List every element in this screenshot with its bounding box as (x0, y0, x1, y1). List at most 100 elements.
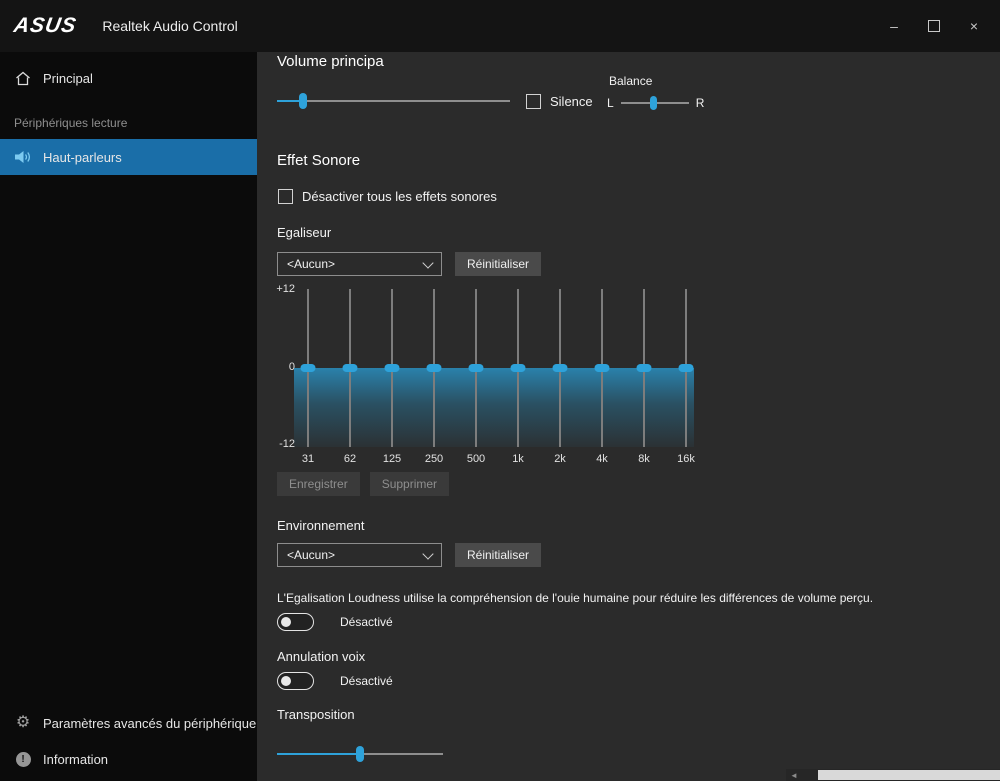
disable-all-effects-label: Désactiver tous les effets sonores (302, 189, 497, 204)
eq-band-label: 62 (344, 453, 356, 465)
toggle-knob (281, 617, 291, 627)
sidebar-item-advanced-settings[interactable]: ⚙ Paramètres avancés du périphérique (0, 705, 257, 741)
eq-slider-handle[interactable] (595, 364, 610, 372)
volume-section-title: Volume principa (277, 53, 384, 70)
balance-label: Balance (609, 74, 652, 88)
info-icon: ! (14, 752, 32, 767)
chevron-down-icon (422, 548, 433, 559)
checkbox-box[interactable] (278, 189, 293, 204)
window-controls: – × (874, 0, 1000, 52)
silence-checkbox[interactable]: Silence (526, 94, 593, 109)
eq-band-125[interactable]: 125 (384, 289, 400, 447)
eq-band-62[interactable]: 62 (342, 289, 358, 447)
eq-band-label: 1k (512, 453, 524, 465)
sidebar-item-label: Principal (43, 71, 93, 86)
save-preset-button[interactable]: Enregistrer (277, 472, 360, 496)
scroll-left-arrow-icon[interactable]: ◄ (786, 771, 802, 780)
eq-slider-handle[interactable] (343, 364, 358, 372)
sidebar: Principal Périphériques lecture Haut-par… (0, 52, 257, 781)
eq-slider-handle[interactable] (637, 364, 652, 372)
eq-slider-handle[interactable] (385, 364, 400, 372)
toggle-knob (281, 676, 291, 686)
voice-toggle-row: Désactivé (277, 672, 393, 690)
eq-band-250[interactable]: 250 (426, 289, 442, 447)
gear-icon: ⚙ (14, 715, 32, 731)
eq-slider-handle[interactable] (469, 364, 484, 372)
main-content: Volume principa Silence Balance L R Effe… (257, 52, 1000, 781)
eq-band-label: 4k (596, 453, 608, 465)
environment-label: Environnement (277, 518, 364, 533)
voice-cancellation-toggle[interactable] (277, 672, 314, 690)
eq-slider-handle[interactable] (553, 364, 568, 372)
eq-slider-handle[interactable] (427, 364, 442, 372)
loudness-state-label: Désactivé (340, 615, 393, 629)
environment-preset-row: <Aucun> Réinitialiser (277, 543, 541, 567)
equalizer-reset-button[interactable]: Réinitialiser (455, 252, 541, 276)
transposition-slider[interactable] (277, 746, 443, 762)
eq-band-label: 250 (425, 453, 443, 465)
slider-thumb[interactable] (356, 746, 364, 762)
loudness-toggle[interactable] (277, 613, 314, 631)
effects-section-title: Effet Sonore (277, 152, 360, 169)
environment-reset-button[interactable]: Réinitialiser (455, 543, 541, 567)
eq-slider-handle[interactable] (301, 364, 316, 372)
eq-slider-handle[interactable] (511, 364, 526, 372)
slider-thumb[interactable] (299, 93, 307, 109)
dropdown-value: <Aucun> (287, 257, 335, 271)
home-icon (14, 71, 32, 86)
minimize-button[interactable]: – (874, 0, 914, 52)
disable-all-effects-checkbox[interactable]: Désactiver tous les effets sonores (278, 189, 497, 204)
balance-control: L R (607, 95, 704, 111)
eq-band-8k[interactable]: 8k (636, 289, 652, 447)
sidebar-item-principal[interactable]: Principal (0, 60, 257, 96)
volume-slider[interactable] (277, 93, 510, 109)
equalizer-label: Egaliseur (277, 225, 331, 240)
balance-slider[interactable] (621, 95, 689, 111)
eq-band-2k[interactable]: 2k (552, 289, 568, 447)
eq-band-4k[interactable]: 4k (594, 289, 610, 447)
titlebar: ASUS Realtek Audio Control – × (0, 0, 1000, 52)
checkbox-box[interactable] (526, 94, 541, 109)
window-title: Realtek Audio Control (102, 18, 237, 34)
chevron-down-icon (422, 257, 433, 268)
eq-band-label: 125 (383, 453, 401, 465)
scrollbar-thumb[interactable] (818, 770, 1000, 780)
sidebar-item-label: Information (43, 752, 108, 767)
equalizer-preset-dropdown[interactable]: <Aucun> (277, 252, 442, 276)
eq-band-label: 16k (677, 453, 695, 465)
equalizer-preset-row: <Aucun> Réinitialiser (277, 252, 541, 276)
eq-band-label: 2k (554, 453, 566, 465)
eq-slider-handle[interactable] (679, 364, 694, 372)
close-button[interactable]: × (954, 0, 994, 52)
delete-preset-button[interactable]: Supprimer (370, 472, 449, 496)
eq-band-label: 8k (638, 453, 650, 465)
sidebar-item-information[interactable]: ! Information (0, 741, 257, 777)
sidebar-item-label: Paramètres avancés du périphérique (43, 716, 256, 731)
eq-band-label: 500 (467, 453, 485, 465)
maximize-button[interactable] (914, 0, 954, 52)
eq-scale-top: +12 (257, 283, 295, 295)
silence-label: Silence (550, 94, 593, 109)
environment-preset-dropdown[interactable]: <Aucun> (277, 543, 442, 567)
sidebar-item-haut-parleurs[interactable]: Haut-parleurs (0, 139, 257, 175)
loudness-toggle-row: Désactivé (277, 613, 393, 631)
eq-band-16k[interactable]: 16k (678, 289, 694, 447)
speaker-icon (14, 150, 32, 164)
eq-band-31[interactable]: 31 (300, 289, 316, 447)
balance-left-label: L (607, 96, 614, 110)
slider-thumb[interactable] (650, 96, 657, 110)
eq-band-label: 31 (302, 453, 314, 465)
slider-track[interactable] (277, 100, 510, 102)
eq-band-1k[interactable]: 1k (510, 289, 526, 447)
equalizer-bands: 3162 125 250 500 1k2k4k8k 16k (300, 289, 694, 447)
dropdown-value: <Aucun> (287, 548, 335, 562)
balance-right-label: R (696, 96, 705, 110)
transposition-label: Transposition (277, 707, 355, 722)
sidebar-footer: ⚙ Paramètres avancés du périphérique ! I… (0, 705, 257, 777)
maximize-icon (928, 20, 940, 32)
horizontal-scrollbar[interactable]: ◄ (786, 769, 1000, 781)
sidebar-section-label: Périphériques lecture (14, 116, 257, 130)
eq-scale-bottom: -12 (257, 438, 295, 450)
eq-band-500[interactable]: 500 (468, 289, 484, 447)
slider-fill (277, 753, 360, 755)
